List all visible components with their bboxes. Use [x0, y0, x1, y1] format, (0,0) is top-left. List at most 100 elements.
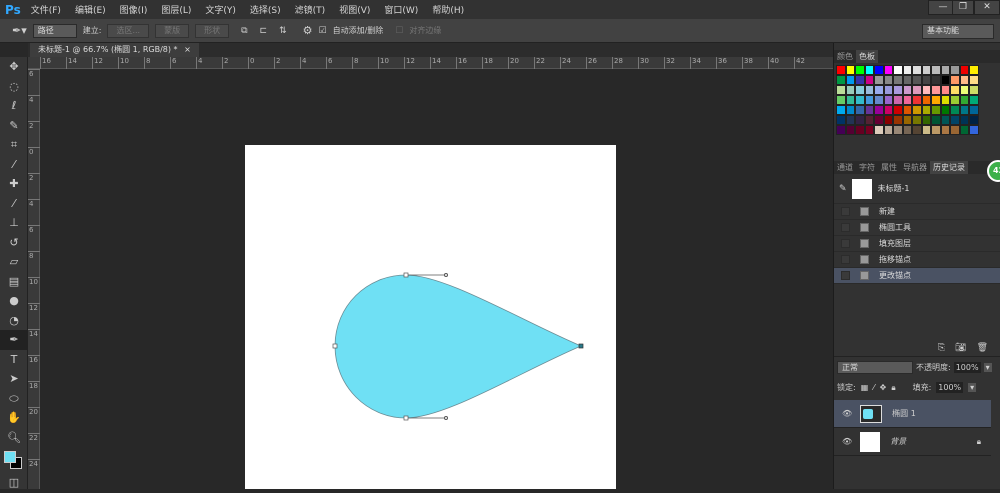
color-swatch[interactable]: [950, 75, 960, 85]
teardrop-shape[interactable]: [334, 274, 583, 419]
color-swatch[interactable]: [845, 105, 855, 115]
color-swatch[interactable]: [902, 85, 912, 95]
color-swatch[interactable]: [931, 65, 941, 75]
color-swatch[interactable]: [931, 85, 941, 95]
color-swatch[interactable]: [836, 125, 846, 135]
camera-icon[interactable]: 📷︎: [955, 343, 966, 356]
color-swatch[interactable]: [959, 95, 969, 105]
tab-color[interactable]: 颜色: [834, 50, 856, 63]
lock-position-icon[interactable]: ✥: [880, 383, 887, 392]
color-swatch[interactable]: [855, 85, 865, 95]
color-swatch[interactable]: [969, 95, 979, 105]
color-swatch[interactable]: [855, 115, 865, 125]
history-item[interactable]: 填充图层: [834, 236, 1000, 252]
color-swatch[interactable]: [940, 65, 950, 75]
color-swatch[interactable]: [836, 95, 846, 105]
color-swatch[interactable]: [836, 75, 846, 85]
color-swatch[interactable]: [969, 85, 979, 95]
color-swatch[interactable]: [912, 95, 922, 105]
tab-history[interactable]: 历史记录: [930, 161, 968, 174]
color-swatch[interactable]: [959, 85, 969, 95]
color-swatch[interactable]: [874, 65, 884, 75]
color-swatch[interactable]: [883, 75, 893, 85]
color-swatch[interactable]: [874, 95, 884, 105]
color-swatch[interactable]: [845, 65, 855, 75]
color-swatch[interactable]: [864, 65, 874, 75]
color-swatch[interactable]: [969, 75, 979, 85]
color-swatch[interactable]: [921, 95, 931, 105]
color-swatch[interactable]: [874, 105, 884, 115]
color-swatch[interactable]: [950, 125, 960, 135]
color-swatch[interactable]: [893, 125, 903, 135]
color-swatch[interactable]: [940, 105, 950, 115]
lock-transparent-icon[interactable]: ▦: [861, 383, 869, 392]
color-swatch[interactable]: [883, 105, 893, 115]
color-swatch[interactable]: [855, 105, 865, 115]
color-swatch[interactable]: [921, 75, 931, 85]
color-swatch[interactable]: [940, 85, 950, 95]
color-swatch[interactable]: [940, 95, 950, 105]
color-swatch[interactable]: [940, 125, 950, 135]
layer-name[interactable]: 背景: [890, 436, 977, 447]
color-swatch[interactable]: [902, 105, 912, 115]
color-swatch[interactable]: [864, 85, 874, 95]
color-swatch[interactable]: [950, 65, 960, 75]
eye-icon[interactable]: 👁︎: [842, 437, 852, 446]
anchor-point[interactable]: [403, 415, 409, 421]
lock-paint-icon[interactable]: ⁄: [873, 383, 874, 392]
color-swatch[interactable]: [931, 75, 941, 85]
color-swatch[interactable]: [921, 85, 931, 95]
color-swatch[interactable]: [969, 125, 979, 135]
color-swatch[interactable]: [931, 125, 941, 135]
color-swatch[interactable]: [883, 85, 893, 95]
color-swatch[interactable]: [940, 115, 950, 125]
color-swatch[interactable]: [883, 65, 893, 75]
color-swatch[interactable]: [912, 65, 922, 75]
color-swatch[interactable]: [921, 115, 931, 125]
blend-mode-select[interactable]: 正常: [837, 361, 913, 374]
color-swatch[interactable]: [855, 95, 865, 105]
color-swatch[interactable]: [959, 65, 969, 75]
trash-icon[interactable]: 🗑︎: [977, 343, 988, 356]
handle-point[interactable]: [444, 273, 448, 277]
restore-button[interactable]: ❐: [952, 0, 974, 15]
color-swatch[interactable]: [950, 95, 960, 105]
color-swatch[interactable]: [883, 115, 893, 125]
color-swatch[interactable]: [883, 95, 893, 105]
color-swatch[interactable]: [912, 75, 922, 85]
tab-channels[interactable]: 通道: [834, 161, 856, 174]
color-swatch[interactable]: [855, 65, 865, 75]
color-swatch[interactable]: [845, 75, 855, 85]
color-swatch[interactable]: [836, 115, 846, 125]
history-snapshot[interactable]: ✎ 未标题-1: [834, 174, 1000, 204]
opacity-input[interactable]: 100%: [953, 362, 981, 373]
color-swatch[interactable]: [940, 75, 950, 85]
color-swatch[interactable]: [931, 105, 941, 115]
close-window-button[interactable]: ✕: [974, 0, 1000, 15]
color-swatch[interactable]: [950, 85, 960, 95]
history-item[interactable]: 新建: [834, 204, 1000, 220]
color-swatch[interactable]: [845, 85, 855, 95]
color-swatch[interactable]: [836, 105, 846, 115]
color-swatch[interactable]: [921, 105, 931, 115]
new-document-from-state-icon[interactable]: ⎘: [938, 343, 945, 356]
color-swatch[interactable]: [893, 85, 903, 95]
color-swatch[interactable]: [931, 95, 941, 105]
color-swatch[interactable]: [931, 115, 941, 125]
color-swatch[interactable]: [893, 65, 903, 75]
color-swatch[interactable]: [836, 65, 846, 75]
color-swatch[interactable]: [969, 115, 979, 125]
color-swatch[interactable]: [912, 125, 922, 135]
color-swatch[interactable]: [893, 75, 903, 85]
anchor-point[interactable]: [332, 343, 338, 349]
color-swatch[interactable]: [893, 105, 903, 115]
color-swatch[interactable]: [864, 95, 874, 105]
color-swatch[interactable]: [845, 95, 855, 105]
color-swatch[interactable]: [855, 75, 865, 85]
fill-dropdown[interactable]: ▾: [968, 383, 977, 392]
color-swatch[interactable]: [902, 75, 912, 85]
color-swatch[interactable]: [855, 125, 865, 135]
layer-row-background[interactable]: 👁︎ 背景 🔒︎: [834, 428, 991, 456]
color-swatch[interactable]: [893, 95, 903, 105]
handle-point[interactable]: [444, 416, 448, 420]
